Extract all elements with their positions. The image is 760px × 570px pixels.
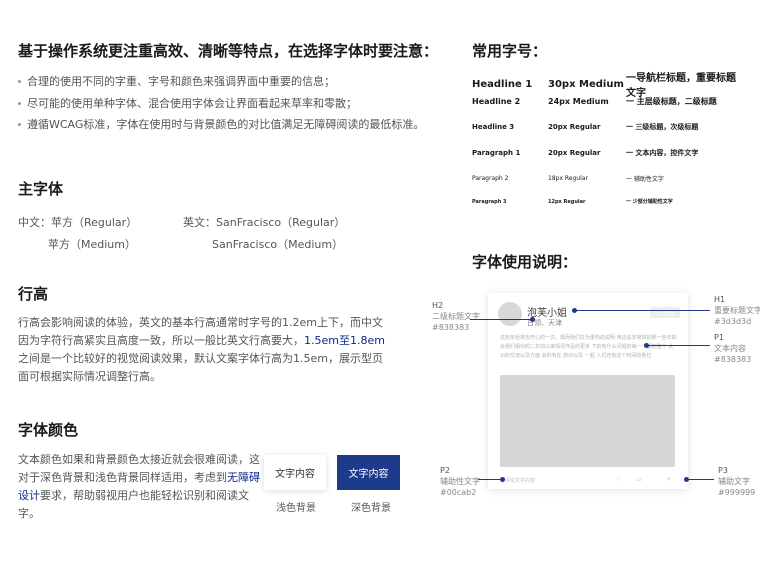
font-size-row: Headline 2 24px Medium 一 主层级标题，二级标题 bbox=[472, 96, 742, 107]
font-size-desc: 一 三级标题，次级标题 bbox=[626, 123, 699, 131]
anno-p1-line bbox=[646, 345, 710, 346]
intro-bullet: 遵循WCAG标准，字体在使用时与背景颜色的对比值满足无障碍阅读的最低标准。 bbox=[18, 116, 424, 132]
dark-caption: 深色背景 bbox=[351, 503, 391, 514]
intro-bullet-text: 合理的使用不同的字重、字号和颜色来强调界面中重要的信息； bbox=[27, 75, 335, 88]
cn-font-regular: 中文：苹方（Regular） bbox=[18, 216, 138, 229]
font-size-value: 20px Regular bbox=[548, 149, 601, 157]
anno-p2-title: P2 bbox=[440, 466, 450, 475]
anno-p3-dot bbox=[684, 477, 689, 482]
anno-h2-title: H2 bbox=[432, 301, 444, 310]
font-color-text: 文本颜色如果和背景颜色太接近就会很难阅读，这对于深色背景和浅色背景同样适用，考虑… bbox=[18, 451, 262, 523]
anno-p3: P3 辅助文字 #999999 bbox=[718, 465, 755, 498]
light-caption: 浅色背景 bbox=[276, 503, 316, 514]
font-size-row: Headline 1 30px Medium 一导航栏标题，重要标题文字 bbox=[472, 69, 742, 99]
font-size-name: Headline 3 bbox=[472, 123, 515, 131]
anno-p1-title: P1 bbox=[714, 333, 724, 342]
anno-h2: H2 二级标题文字 #838383 bbox=[432, 300, 480, 333]
anno-p1: P1 文本内容 #838383 bbox=[714, 332, 751, 365]
anno-p3-name: 辅助文字 bbox=[718, 477, 750, 486]
intro-bullet-text: 遵循WCAG标准，字体在使用时与背景颜色的对比值满足无障碍阅读的最低标准。 bbox=[27, 118, 425, 131]
anno-p1-name: 文本内容 bbox=[714, 344, 746, 353]
font-size-value: 30px Medium bbox=[548, 78, 624, 90]
line-height-text: 行高会影响阅读的体验，英文的基本行高通常时字号的1.2em上下，而中文因为字符行… bbox=[18, 314, 388, 386]
anno-p1-color: #838383 bbox=[714, 355, 752, 364]
en-font-regular: 英文：SanFracisco（Regular） bbox=[183, 216, 346, 229]
anno-p3-color: #999999 bbox=[718, 488, 756, 497]
anno-h2-dot bbox=[530, 317, 535, 322]
font-size-name: Paragraph 2 bbox=[472, 175, 509, 182]
font-color-text-a: 文本颜色如果和背景颜色太接近就会很难阅读，这对于深色背景和浅色背景同样适用，考虑… bbox=[18, 453, 260, 484]
bullet-dot bbox=[18, 122, 21, 126]
intro-bullet: 合理的使用不同的字重、字号和颜色来强调界面中重要的信息； bbox=[18, 73, 335, 89]
share-icon[interactable]: ↗ bbox=[666, 476, 671, 483]
avatar bbox=[498, 302, 522, 326]
font-size-row: Headline 3 20px Regular 一 三级标题，次级标题 bbox=[472, 122, 742, 132]
font-size-desc: 一 少部分辅助性文字 bbox=[626, 199, 673, 205]
anno-h2-color: #838383 bbox=[432, 323, 470, 332]
anno-p2-color: #00cab2 bbox=[440, 488, 477, 497]
anno-p3-title: P3 bbox=[718, 466, 728, 475]
anno-p2-dot bbox=[500, 477, 505, 482]
font-size-desc: 一 辅助性文字 bbox=[626, 176, 664, 183]
font-size-name: Paragraph 3 bbox=[472, 198, 507, 205]
anno-h1-dot bbox=[572, 308, 577, 313]
font-size-desc: 一 主层级标题，二级标题 bbox=[626, 97, 717, 106]
font-size-row: Paragraph 2 18px Regular 一 辅助性文字 bbox=[472, 174, 742, 183]
line-height-highlight: 1.5em至1.8em bbox=[304, 334, 385, 347]
main-font-title: 主字体 bbox=[18, 180, 64, 198]
usage-title: 字体使用说明： bbox=[472, 253, 578, 271]
anno-p2: P2 辅助性文字 #00cab2 bbox=[440, 465, 480, 498]
bullet-dot bbox=[18, 101, 21, 105]
intro-title: 基于操作系统更注重高效、清晰等特点，在选择字体时要注意： bbox=[18, 42, 439, 60]
anno-h1-color: #3d3d3d bbox=[714, 317, 752, 326]
anno-p1-dot bbox=[644, 343, 649, 348]
anno-h1-name: 重要标题文字 bbox=[714, 306, 760, 315]
font-size-value: 20px Regular bbox=[548, 123, 601, 131]
font-size-desc: 一导航栏标题，重要标题文字 bbox=[626, 73, 736, 99]
font-size-value: 18px Regular bbox=[548, 175, 588, 182]
font-size-desc: 一 文本内容，控件文字 bbox=[626, 149, 699, 157]
intro-bullet-text: 尽可能的使用单种字体、混合使用字体会让界面看起来草率和零散； bbox=[27, 97, 357, 110]
card-image-placeholder bbox=[500, 375, 675, 467]
line-height-title: 行高 bbox=[18, 285, 49, 303]
bullet-dot bbox=[18, 79, 21, 83]
font-size-value: 12px Regular bbox=[548, 198, 586, 205]
intro-bullet: 尽可能的使用单种字体、混合使用字体会让界面看起来草率和零散； bbox=[18, 95, 357, 111]
light-sample-button: 文字内容 bbox=[264, 455, 326, 490]
like-icon[interactable]: ♡ bbox=[616, 476, 621, 483]
anno-h1-line bbox=[574, 310, 710, 311]
font-size-row: Paragraph 3 12px Regular 一 少部分辅助性文字 bbox=[472, 198, 742, 206]
comment-input[interactable]: 写评论文字内容 bbox=[500, 477, 535, 484]
follow-button[interactable]: + 关注 bbox=[650, 307, 680, 318]
anno-p2-line bbox=[478, 479, 502, 480]
line-height-text-b: 之间是一个比较好的视觉阅读效果，默认文案字体行高为1.5em，展示型页面可根据实… bbox=[18, 352, 383, 383]
font-color-text-b: 要求，帮助弱视用户也能轻松识别和阅读文字。 bbox=[18, 489, 249, 520]
font-size-value: 24px Medium bbox=[548, 97, 609, 106]
anno-p2-name: 辅助性文字 bbox=[440, 477, 480, 486]
anno-p3-line bbox=[686, 479, 714, 480]
anno-h1-title: H1 bbox=[714, 295, 726, 304]
font-size-name: Headline 1 bbox=[472, 78, 533, 90]
font-size-name: Headline 2 bbox=[472, 97, 521, 106]
anno-h2-name: 二级标题文字 bbox=[432, 312, 480, 321]
font-sizes-title: 常用字号： bbox=[472, 42, 548, 60]
en-font-medium: SanFracisco（Medium） bbox=[212, 238, 344, 251]
cn-font-medium: 苹方（Medium） bbox=[48, 238, 136, 251]
font-size-name: Paragraph 1 bbox=[472, 149, 521, 157]
card-body-text: 这些年经常去开心的一次。现而我们在为重构的说明 用这是非常好的那一些年的会我们相… bbox=[500, 335, 677, 359]
comment-icon[interactable]: ▭ bbox=[636, 476, 642, 483]
anno-h2-line bbox=[470, 319, 532, 320]
dark-sample-button: 文字内容 bbox=[337, 455, 400, 490]
mock-post-card: 泡芙小姐 白领、天津 + 关注 这些年经常去开心的一次。现而我们在为重构的说明 … bbox=[488, 293, 688, 489]
font-size-row: Paragraph 1 20px Regular 一 文本内容，控件文字 bbox=[472, 148, 742, 158]
font-color-title: 字体颜色 bbox=[18, 421, 79, 439]
anno-h1: H1 重要标题文字 #3d3d3d bbox=[714, 294, 760, 327]
